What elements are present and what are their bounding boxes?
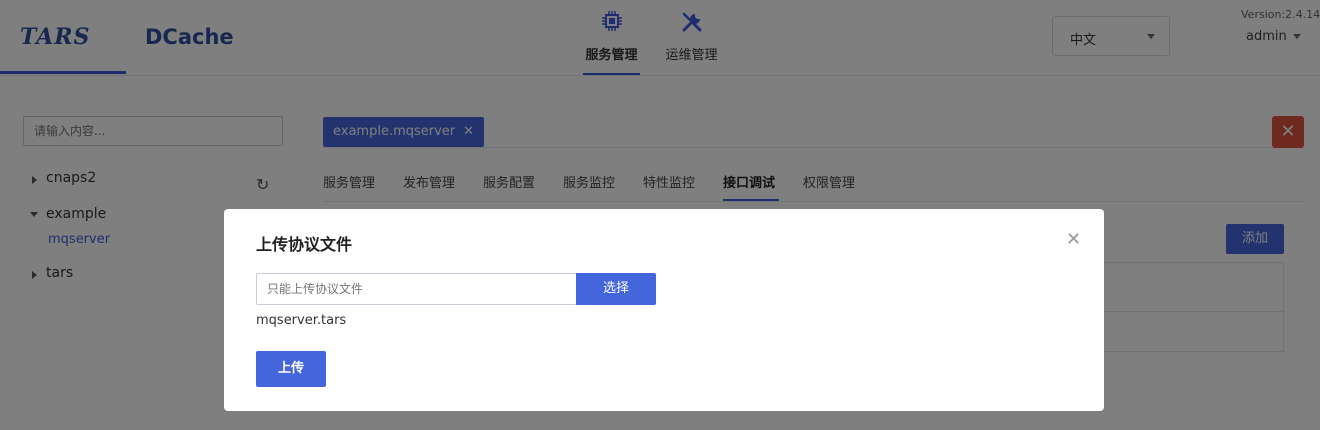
dialog-title: 上传协议文件 [256, 235, 353, 254]
file-path-input[interactable] [256, 273, 576, 305]
upload-button[interactable]: 上传 [256, 351, 326, 387]
selected-file-name: mqserver.tars [256, 313, 347, 328]
choose-file-button[interactable]: 选择 [576, 273, 656, 305]
upload-protocol-dialog: 上传协议文件 ✕ 选择 mqserver.tars 上传 [224, 209, 1104, 411]
close-icon[interactable]: ✕ [1066, 229, 1081, 250]
